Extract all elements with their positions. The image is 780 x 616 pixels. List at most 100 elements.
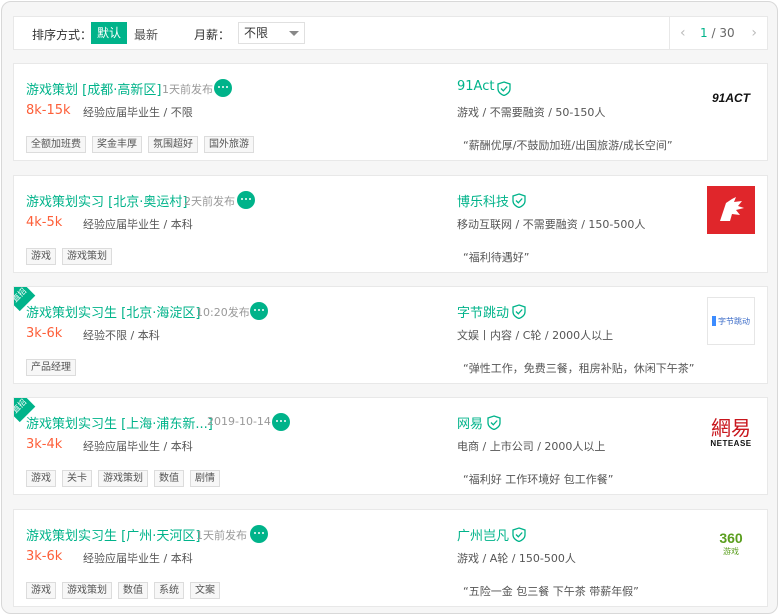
job-tag: 游戏 (26, 470, 56, 487)
job-salary: 8k-15k (26, 103, 71, 118)
sort-latest-button[interactable]: 最新 (134, 26, 158, 43)
company-logo[interactable]: 網易 NETEASE (707, 408, 755, 456)
verified-shield-icon (512, 304, 526, 319)
company-industry: 游戏 / 不需要融资 / 50-150人 (457, 106, 606, 119)
job-time: 2019-10-14 (207, 415, 271, 428)
salary-select[interactable]: 不限 (238, 22, 305, 44)
job-tag: 数值 (154, 470, 184, 487)
company-name[interactable]: 博乐科技 (457, 191, 509, 210)
page-current: 1 (700, 26, 708, 40)
job-title[interactable]: 游戏策划实习生 [广州·天河区] (26, 525, 200, 544)
pagination: ‹ 1 / 30 › (669, 17, 767, 49)
job-requirements: 经验应届毕业生 / 本科 (83, 440, 193, 453)
job-time: 1天前发布 (196, 529, 247, 542)
company-slogan: “福利待遇好” (463, 251, 530, 264)
job-title[interactable]: 游戏策划实习 [北京·奥运村] (26, 191, 187, 210)
job-tags: 产品经理 (26, 359, 76, 376)
company-logo[interactable]: 360 游戏 (707, 520, 755, 568)
company-industry: 游戏 / A轮 / 150-500人 (457, 552, 576, 565)
company-industry: 移动互联网 / 不需要融资 / 150-500人 (457, 218, 646, 231)
job-card[interactable]: 游戏策划实习生 [广州·天河区] 1天前发布 3k-6k 经验应届毕业生 / 本… (13, 509, 768, 607)
logo-subtext: 游戏 (723, 547, 739, 556)
job-card[interactable]: 直招 游戏策划实习生 [北京·海淀区] 10:20发布 3k-6k 经验不限 /… (13, 286, 768, 384)
job-tag: 游戏策划 (98, 470, 148, 487)
job-tag: 关卡 (62, 470, 92, 487)
company-name[interactable]: 网易 (457, 413, 483, 432)
company-industry: 电商 / 上市公司 / 2000人以上 (457, 440, 606, 453)
sort-default-button[interactable]: 默认 (91, 22, 128, 44)
bytedance-bars-icon (712, 316, 716, 326)
caret-down-icon (289, 31, 299, 36)
job-requirements: 经验应届毕业生 / 本科 (83, 552, 193, 565)
chat-icon[interactable] (237, 191, 255, 209)
company-slogan: “弹性工作，免费三餐，租房补贴，休闲下午茶” (463, 362, 695, 375)
chevron-right-icon[interactable]: › (751, 25, 757, 41)
job-tag: 奖金丰厚 (92, 136, 142, 153)
company-slogan: “福利好 工作环境好 包工作餐” (463, 473, 614, 486)
job-salary: 3k-6k (26, 549, 63, 564)
job-salary: 4k-5k (26, 215, 63, 230)
job-tag: 氛围超好 (148, 136, 198, 153)
salary-select-value: 不限 (244, 26, 269, 40)
company-name[interactable]: 字节跳动 (457, 302, 509, 321)
job-tag: 剧情 (190, 470, 220, 487)
chat-icon[interactable] (214, 79, 232, 97)
job-tag: 系统 (154, 582, 184, 599)
company-logo[interactable]: 字节跳动 (707, 297, 755, 345)
logo-text: 360 (719, 530, 743, 546)
job-tag: 数值 (118, 582, 148, 599)
job-tag: 游戏策划 (62, 248, 112, 265)
company-name[interactable]: 广州岂凡 (457, 525, 509, 544)
job-tags: 全额加班费 奖金丰厚 氛围超好 国外旅游 (26, 136, 254, 153)
logo-subtext: NETEASE (710, 438, 752, 448)
job-tag: 游戏策划 (62, 582, 112, 599)
bole-horse-icon (720, 197, 744, 221)
job-requirements: 经验应届毕业生 / 不限 (83, 106, 193, 119)
page-total: 30 (719, 26, 735, 40)
job-time: 1天前发布 (162, 83, 213, 96)
job-title[interactable]: 游戏策划实习生 [北京·海淀区] (26, 302, 200, 321)
page-indicator: 1 / 30 (700, 26, 735, 40)
company-industry: 文娱丨内容 / C轮 / 2000人以上 (457, 329, 614, 342)
job-salary: 3k-4k (26, 437, 63, 452)
job-tags: 游戏 关卡 游戏策划 数值 剧情 (26, 470, 220, 487)
job-time: 10:20发布 (196, 306, 250, 319)
job-tags: 游戏 游戏策划 数值 系统 文案 (26, 582, 220, 599)
job-requirements: 经验应届毕业生 / 本科 (83, 218, 193, 231)
logo-text: 91ACT (711, 91, 750, 105)
job-tag: 全额加班费 (26, 136, 86, 153)
company-slogan: “五险一金 包三餐 下午茶 带薪年假” (463, 585, 639, 598)
job-tag: 游戏 (26, 582, 56, 599)
chevron-left-icon[interactable]: ‹ (680, 25, 686, 41)
job-requirements: 经验不限 / 本科 (83, 329, 160, 342)
job-tag: 国外旅游 (204, 136, 254, 153)
verified-shield-icon (487, 415, 501, 430)
job-tag: 文案 (190, 582, 220, 599)
logo-text: 網易 (711, 415, 751, 440)
verified-shield-icon (497, 81, 511, 96)
logo-text: 字节跳动 (718, 316, 750, 326)
job-card[interactable]: 游戏策划 [成都·高新区] 1天前发布 8k-15k 经验应届毕业生 / 不限 … (13, 63, 768, 161)
company-name[interactable]: 91Act (457, 79, 494, 94)
company-logo[interactable]: 91ACT (707, 74, 755, 122)
chat-icon[interactable] (250, 525, 268, 543)
page-separator: / (707, 26, 720, 40)
job-title[interactable]: 游戏策划实习生 [上海·浦东新...] (26, 413, 213, 432)
chat-icon[interactable] (250, 302, 268, 320)
chat-icon[interactable] (272, 413, 290, 431)
company-slogan: “薪酬优厚/不鼓励加班/出国旅游/成长空间” (463, 139, 673, 152)
job-time: 2天前发布 (184, 195, 235, 208)
job-salary: 3k-6k (26, 326, 63, 341)
sort-label: 排序方式： (32, 28, 93, 42)
job-list-panel: 排序方式： 默认 最新 月薪： 不限 ‹ 1 / 30 › 游戏策划 [成都·高… (1, 1, 778, 614)
verified-shield-icon (512, 527, 526, 542)
filter-toolbar: 排序方式： 默认 最新 月薪： 不限 ‹ 1 / 30 › (13, 16, 768, 50)
company-logo[interactable] (707, 186, 755, 234)
job-tag: 游戏 (26, 248, 56, 265)
job-card[interactable]: 游戏策划实习 [北京·奥运村] 2天前发布 4k-5k 经验应届毕业生 / 本科… (13, 175, 768, 273)
job-tags: 游戏 游戏策划 (26, 248, 112, 265)
job-title[interactable]: 游戏策划 [成都·高新区] (26, 79, 161, 98)
salary-label: 月薪： (194, 28, 231, 42)
job-card[interactable]: 直招 游戏策划实习生 [上海·浦东新...] 2019-10-14 3k-4k … (13, 397, 768, 495)
verified-shield-icon (512, 193, 526, 208)
